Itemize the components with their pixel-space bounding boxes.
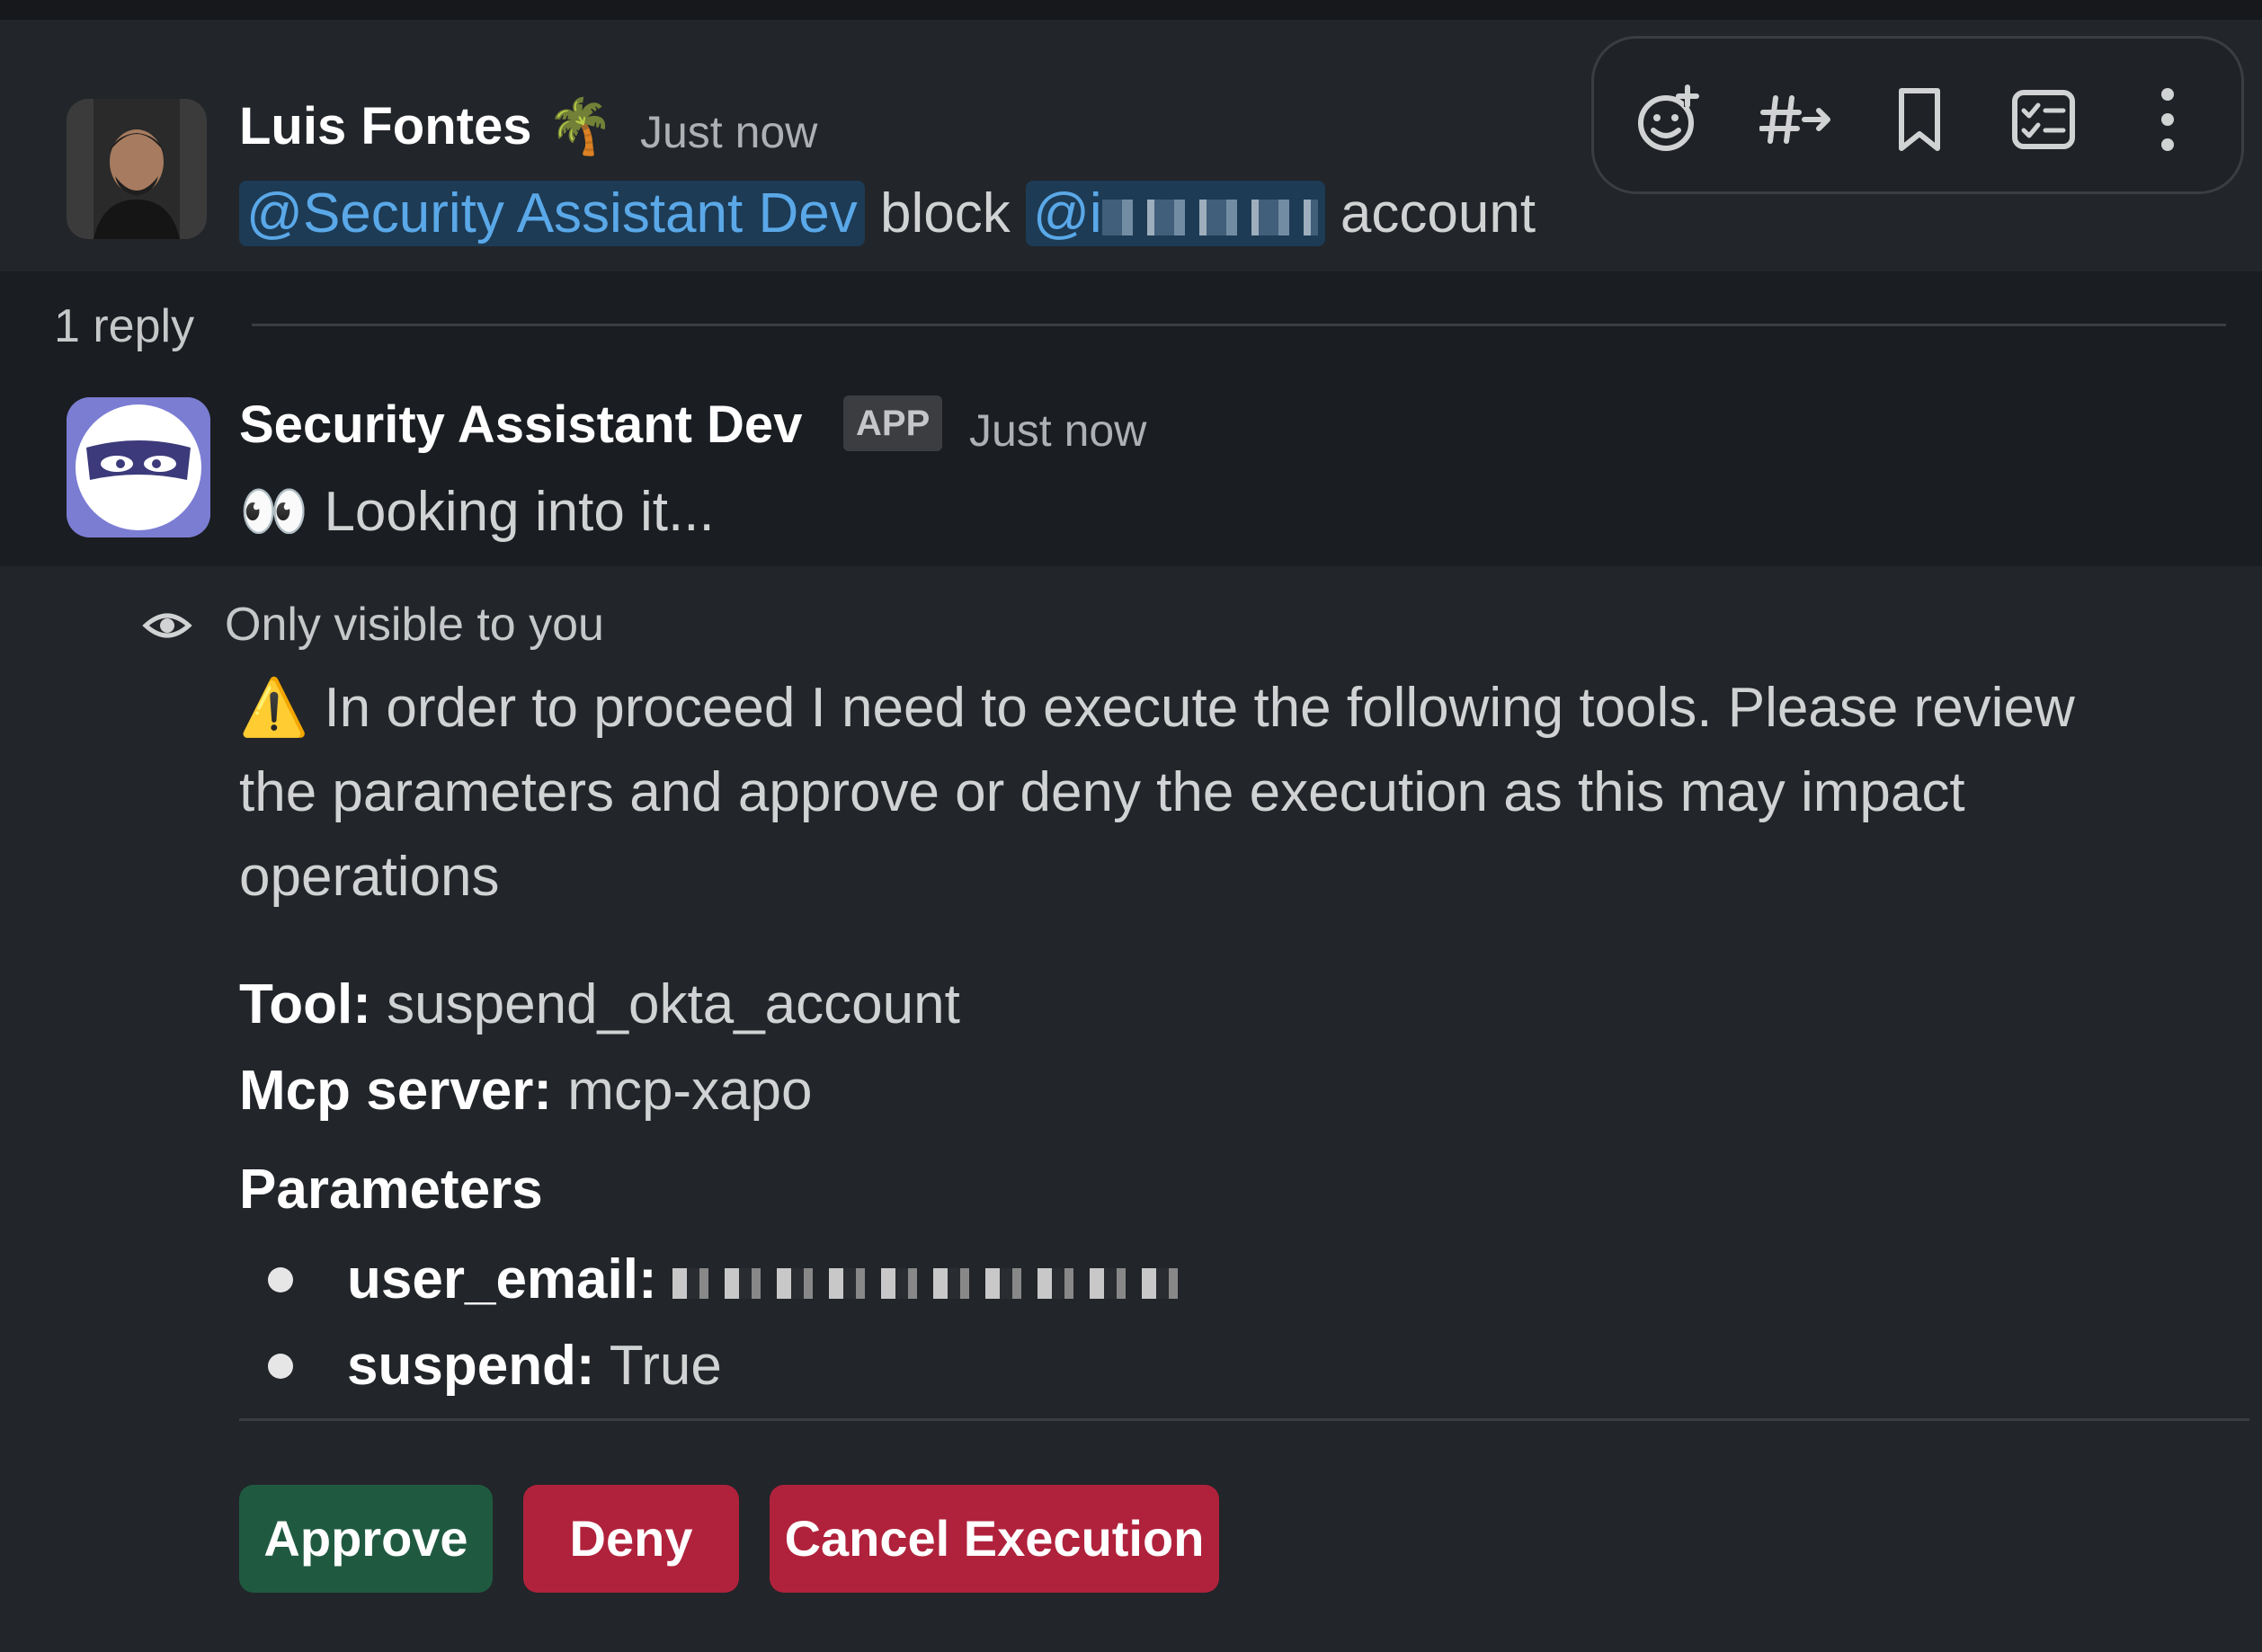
warning-line-2: the parameters and approve or deny the e…	[239, 761, 1965, 823]
deny-button[interactable]: Deny	[523, 1485, 739, 1593]
tool-label: Tool:	[239, 973, 371, 1035]
warning-line-1: ⚠️ In order to proceed I need to execute…	[239, 672, 2075, 744]
user-avatar[interactable]	[67, 99, 207, 239]
tool-row: Tool: suspend_okta_account	[239, 969, 960, 1041]
more-actions-button[interactable]	[2132, 84, 2204, 155]
warning-text-1: In order to proceed I need to execute th…	[324, 677, 2075, 739]
bookmark-button[interactable]	[1884, 84, 1955, 155]
forward-to-channel-icon	[1759, 95, 1830, 144]
create-task-button[interactable]	[2008, 84, 2079, 155]
visibility-note: Only visible to you	[225, 599, 604, 651]
param-row: user_email:	[347, 1244, 1194, 1316]
thread-divider	[252, 324, 2226, 326]
reply-count[interactable]: 1 reply	[54, 295, 194, 358]
approve-button[interactable]: Approve	[239, 1485, 493, 1593]
palm-tree-icon: 🌴	[547, 96, 614, 156]
parent-text: @Security Assistant Dev block @i account	[239, 178, 1536, 250]
bot-text: 👀 Looking into it...	[239, 476, 715, 548]
add-reaction-button[interactable]	[1634, 84, 1705, 155]
top-band	[0, 0, 2262, 20]
actions-divider	[239, 1418, 2249, 1421]
param-row: suspend: True	[347, 1330, 722, 1402]
bot-reply-message: Security Assistant Dev APP Just now 👀 Lo…	[0, 360, 2262, 566]
app-badge: APP	[843, 395, 943, 451]
text-block: block	[879, 182, 1011, 244]
user-mention[interactable]: @i	[1025, 181, 1325, 246]
add-reaction-icon	[1638, 84, 1699, 151]
redacted-email	[672, 1267, 1194, 1299]
forward-to-channel-button[interactable]	[1759, 84, 1831, 155]
author-name[interactable]: Luis Fontes	[239, 95, 531, 158]
bullet-point	[268, 1354, 293, 1379]
bot-timestamp[interactable]: Just now	[969, 399, 1146, 462]
message-actions-toolbar	[1591, 36, 2244, 194]
server-value: mcp-xapo	[567, 1060, 813, 1122]
tool-value: suspend_okta_account	[387, 973, 960, 1035]
eyes-icon: 👀	[239, 481, 309, 543]
text-account: account	[1340, 182, 1536, 244]
more-actions-icon	[2161, 88, 2174, 151]
param-value: True	[609, 1335, 722, 1397]
eye-icon	[142, 613, 192, 638]
bookmark-icon	[1899, 88, 1940, 151]
server-row: Mcp server: mcp-xapo	[239, 1055, 813, 1127]
redacted-username	[1101, 199, 1318, 235]
bullet-point	[268, 1267, 293, 1292]
create-task-icon	[2012, 90, 2075, 149]
param-key: suspend:	[347, 1335, 595, 1397]
parameters-heading: Parameters	[239, 1159, 543, 1221]
bot-text-content: Looking into it...	[324, 481, 715, 543]
param-key: user_email:	[347, 1248, 657, 1310]
bot-mention[interactable]: @Security Assistant Dev	[239, 181, 865, 246]
cancel-execution-button[interactable]: Cancel Execution	[770, 1485, 1219, 1593]
warning-line-3: operations	[239, 846, 500, 908]
warning-icon: ⚠️	[239, 677, 309, 739]
bot-name[interactable]: Security Assistant Dev	[239, 394, 802, 457]
parent-timestamp[interactable]: Just now	[640, 101, 817, 164]
server-label: Mcp server:	[239, 1060, 553, 1122]
bot-avatar[interactable]	[67, 397, 210, 537]
parent-message: Luis Fontes 🌴 Just now @Security Assista…	[0, 20, 2262, 271]
